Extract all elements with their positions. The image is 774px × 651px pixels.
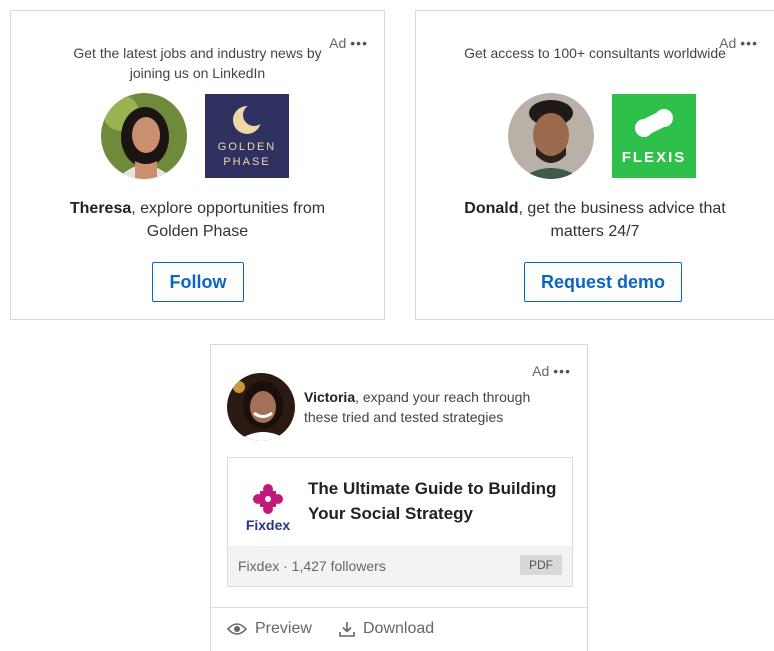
victoria-avatar-icon (227, 373, 295, 441)
download-icon (339, 622, 355, 637)
download-label: Download (363, 620, 435, 637)
document-title-line-2: Your Social Strategy (308, 504, 474, 523)
document-footer: Fixdex · 1,427 followers PDF (228, 546, 572, 586)
ad-intro-text: Get the latest jobs and industry news by… (11, 43, 384, 83)
document-actions: Preview Download (211, 607, 587, 637)
fixdex-logo-text: Fixdex (245, 517, 291, 533)
avatar (227, 373, 295, 441)
message-text: , explore opportunities from (131, 200, 326, 217)
golden-phase-logo-icon: GOLDEN PHASE (205, 94, 289, 178)
ad-message: Victoria, expand your reach through thes… (304, 387, 530, 427)
fixdex-puzzle-icon (253, 484, 283, 514)
message-line-2: matters 24/7 (550, 223, 640, 240)
logo-text-line-1: GOLDEN (218, 141, 276, 153)
message-line-1: Theresa, explore opportunities from (11, 197, 384, 220)
download-button[interactable]: Download (339, 620, 434, 638)
intro-line-1: Get the latest jobs and industry news by (73, 45, 322, 61)
document-title: The Ultimate Guide to Building Your Soci… (308, 476, 568, 526)
company-meta: Fixdex · 1,427 followers (238, 558, 386, 574)
donald-avatar-icon (508, 93, 594, 179)
message-line-2: Golden Phase (146, 223, 249, 240)
ad-message: Donald, get the business advice that mat… (416, 197, 774, 243)
ad-card-flexis: Ad ••• Get access to 100+ consultants wo… (415, 10, 774, 320)
preview-label: Preview (255, 620, 312, 637)
intro-line-2: joining us on LinkedIn (129, 65, 266, 81)
preview-button[interactable]: Preview (227, 620, 312, 638)
flexis-logo-icon: FLEXIS (612, 94, 696, 178)
ad-images: GOLDEN PHASE (101, 93, 289, 179)
message-line-1: Victoria, expand your reach through (304, 387, 530, 407)
avatar (101, 93, 187, 179)
user-name: Donald (464, 200, 519, 217)
document-title-line-1: The Ultimate Guide to Building (308, 479, 557, 498)
ad-label-group: Ad ••• (532, 363, 571, 379)
user-name: Theresa (69, 200, 132, 217)
logo-text-line-2: PHASE (223, 156, 270, 168)
theresa-avatar-icon (101, 93, 187, 179)
ad-label: Ad (532, 363, 550, 379)
follow-button[interactable]: Follow (152, 262, 244, 302)
golden-phase-logo: GOLDEN PHASE (205, 94, 289, 178)
flexis-logo: FLEXIS (612, 94, 696, 178)
message-text: , expand your reach through (355, 389, 531, 405)
eye-icon (227, 623, 247, 635)
flexis-logo-text: FLEXIS (622, 149, 687, 166)
ad-intro-text: Get access to 100+ consultants worldwide (464, 45, 726, 61)
message-text: , get the business advice that (518, 200, 726, 217)
ad-message: Theresa, explore opportunities from Gold… (11, 197, 384, 243)
pdf-badge: PDF (520, 555, 562, 575)
user-name: Victoria (304, 389, 356, 405)
fixdex-logo: Fixdex (238, 484, 298, 533)
ad-card-golden-phase: Ad ••• Get the latest jobs and industry … (10, 10, 385, 320)
document-preview-card[interactable]: Fixdex The Ultimate Guide to Building Yo… (227, 457, 573, 587)
message-line-2: these tried and tested strategies (304, 409, 504, 425)
more-options-button[interactable]: ••• (553, 363, 571, 379)
message-line-1: Donald, get the business advice that (416, 197, 774, 220)
ad-card-fixdex: Ad ••• Victoria, expand your reach throu… (210, 344, 588, 651)
request-demo-button[interactable]: Request demo (524, 262, 682, 302)
ad-images: FLEXIS (508, 93, 696, 179)
avatar (508, 93, 594, 179)
